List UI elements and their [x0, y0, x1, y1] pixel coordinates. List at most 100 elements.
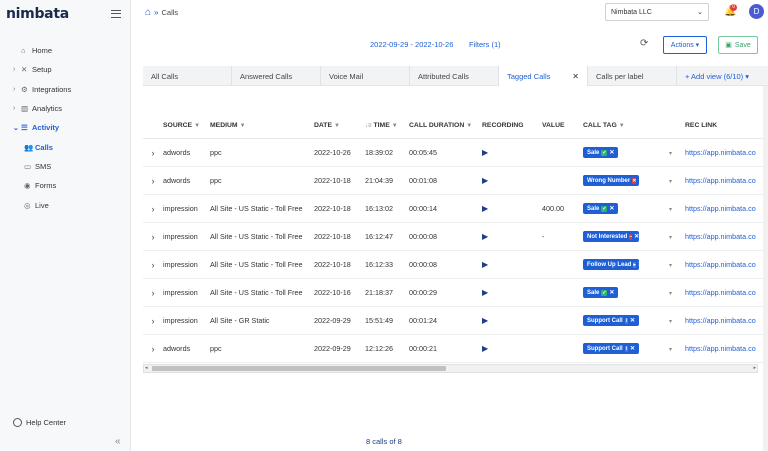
rec-link[interactable]: https://app.nimbata.co [685, 148, 768, 157]
play-icon[interactable]: ▶ [482, 148, 488, 157]
rec-link[interactable]: https://app.nimbata.co [685, 204, 768, 213]
filter-icon[interactable]: ▼ [334, 123, 340, 129]
add-view-button[interactable]: + Add view (6/10) ▾ [677, 66, 757, 86]
table-row[interactable]: › adwords ppc 2022-10-26 18:39:02 00:05:45 ▶ Sa… [143, 139, 768, 167]
table-row[interactable]: › impression All Site - US Static - Toll F… [143, 223, 768, 251]
column-header-time[interactable]: ↓≡ TIME ▼ [365, 122, 409, 129]
sidebar-item-activity[interactable]: ⌄ ☰ Activity [0, 118, 130, 137]
sidebar-item-integrations[interactable]: › ⚙ Integrations [0, 80, 130, 99]
filter-icon[interactable]: ▼ [194, 123, 200, 129]
expand-row-icon[interactable]: › [143, 260, 163, 270]
sort-icon[interactable]: ↓≡ [365, 123, 372, 129]
column-header-medium[interactable]: MEDIUM ▼ [210, 122, 314, 129]
menu-toggle-icon[interactable] [111, 9, 121, 18]
rec-link[interactable]: https://app.nimbata.co [685, 316, 768, 325]
remove-tag-icon[interactable]: ✕ [630, 345, 635, 352]
tab-attributed-calls[interactable]: Attributed Calls [410, 66, 499, 86]
avatar[interactable]: D [749, 4, 764, 19]
nimbata-logo[interactable]: nimbata [6, 6, 69, 22]
expand-row-icon[interactable]: › [143, 316, 163, 326]
sidebar-item-home[interactable]: ⌂ Home [0, 41, 130, 60]
chevron-down-icon[interactable]: ▾ [669, 319, 672, 325]
sidebar-subitem-forms[interactable]: ◉ Forms [0, 176, 130, 195]
filter-icon[interactable]: ▼ [466, 123, 472, 129]
column-header-date[interactable]: DATE ▼ [314, 122, 365, 129]
table-row[interactable]: › impression All Site - US Static - Toll F… [143, 195, 768, 223]
tab-voice-mail[interactable]: Voice Mail [321, 66, 410, 86]
date-range-picker[interactable]: 2022-09-29 - 2022-10-26 [370, 40, 453, 49]
call-tag-badge[interactable]: Support Call i ✕ [583, 343, 639, 355]
vertical-scrollbar[interactable] [763, 86, 768, 451]
call-tag-badge[interactable]: Follow Up Lead▸✕ [583, 259, 639, 271]
play-icon[interactable]: ▶ [482, 260, 488, 269]
play-icon[interactable]: ▶ [482, 316, 488, 325]
expand-row-icon[interactable]: › [143, 148, 163, 158]
rec-link[interactable]: https://app.nimbata.co [685, 288, 768, 297]
remove-tag-icon[interactable]: ✕ [634, 233, 639, 240]
expand-row-icon[interactable]: › [143, 288, 163, 298]
save-button[interactable]: ▣ Save [718, 36, 758, 54]
play-icon[interactable]: ▶ [482, 232, 488, 241]
remove-tag-icon[interactable]: ✕ [638, 261, 639, 268]
sidebar-item-analytics[interactable]: › ▥ Analytics [0, 99, 130, 118]
rec-link[interactable]: https://app.nimbata.co [685, 176, 768, 185]
home-icon[interactable]: ⌂ [145, 7, 151, 18]
column-header-source[interactable]: SOURCE ▼ [163, 122, 210, 129]
table-row[interactable]: › impression All Site - US Static - Toll F… [143, 279, 768, 307]
rec-link[interactable]: https://app.nimbata.co [685, 232, 768, 241]
remove-tag-icon[interactable]: ✕ [630, 317, 635, 324]
chevron-down-icon[interactable]: ▾ [669, 291, 672, 297]
tab-calls-per-label[interactable]: Calls per label [588, 66, 677, 86]
close-icon[interactable]: ✕ [572, 72, 579, 81]
expand-row-icon[interactable]: › [143, 204, 163, 214]
rec-link[interactable]: https://app.nimbata.co [685, 260, 768, 269]
horizontal-scrollbar[interactable]: ◂ ▸ [143, 364, 758, 373]
scroll-right-icon[interactable]: ▸ [753, 365, 756, 371]
play-icon[interactable]: ▶ [482, 288, 488, 297]
filters-button[interactable]: Filters (1) [469, 40, 501, 49]
table-row[interactable]: › adwords ppc 2022-10-18 21:04:39 00:01:08 ▶ Wr… [143, 167, 768, 195]
call-tag-badge[interactable]: Wrong Number✕✕ [583, 175, 639, 187]
chevron-down-icon[interactable]: ▾ [669, 207, 672, 213]
scroll-left-icon[interactable]: ◂ [145, 365, 148, 371]
tab-tagged-calls[interactable]: Tagged Calls ✕ [499, 66, 588, 86]
table-row[interactable]: › adwords ppc 2022-09-29 12:12:26 00:00:21 ▶ Su… [143, 335, 768, 363]
table-row[interactable]: › impression All Site - GR Static 2022-09-2… [143, 307, 768, 335]
call-tag-badge[interactable]: Sale ✓ ✕ [583, 147, 619, 159]
chevron-down-icon[interactable]: ▾ [669, 151, 672, 157]
call-tag-badge[interactable]: Sale ✓ ✕ [583, 203, 619, 215]
sidebar-subitem-calls[interactable]: 👥 Calls [0, 137, 130, 156]
remove-tag-icon[interactable]: ✕ [609, 289, 614, 296]
filter-icon[interactable]: ▼ [240, 123, 246, 129]
help-center-link[interactable]: Help Center [13, 418, 66, 427]
chevron-down-icon[interactable]: ▾ [669, 235, 672, 241]
remove-tag-icon[interactable]: ✕ [609, 205, 614, 212]
sidebar-subitem-sms[interactable]: ▭ SMS [0, 157, 130, 176]
expand-row-icon[interactable]: › [143, 344, 163, 354]
filter-icon[interactable]: ▼ [392, 123, 398, 129]
rec-link[interactable]: https://app.nimbata.co [685, 344, 768, 353]
sidebar-item-setup[interactable]: › ✕ Setup [0, 60, 130, 79]
expand-row-icon[interactable]: › [143, 232, 163, 242]
actions-button[interactable]: Actions ▾ [663, 36, 707, 54]
tab-answered-calls[interactable]: Answered Calls [232, 66, 321, 86]
scrollbar-thumb[interactable] [152, 366, 446, 371]
filter-icon[interactable]: ▼ [619, 123, 625, 129]
refresh-icon[interactable]: ⟳ [640, 38, 648, 49]
organization-select[interactable]: Nimbata LLC ⌄ [605, 3, 709, 21]
tab-all-calls[interactable]: All Calls [143, 66, 232, 86]
chevron-down-icon[interactable]: ▾ [669, 263, 672, 269]
remove-tag-icon[interactable]: ✕ [638, 177, 639, 184]
play-icon[interactable]: ▶ [482, 344, 488, 353]
column-header-recording[interactable]: RECORDING [482, 122, 542, 129]
collapse-sidebar-icon[interactable]: « [115, 436, 121, 447]
play-icon[interactable]: ▶ [482, 204, 488, 213]
column-header-rec-link[interactable]: REC LINK [685, 122, 768, 129]
call-tag-badge[interactable]: Not Interested – ✕ [583, 231, 639, 243]
call-tag-badge[interactable]: Sale ✓ ✕ [583, 287, 619, 299]
sidebar-subitem-live[interactable]: ◎ Live [0, 195, 130, 214]
remove-tag-icon[interactable]: ✕ [609, 149, 614, 156]
column-header-call-tag[interactable]: CALL TAG ▼ [583, 122, 661, 129]
call-tag-badge[interactable]: Support Call i ✕ [583, 315, 639, 327]
play-icon[interactable]: ▶ [482, 176, 488, 185]
